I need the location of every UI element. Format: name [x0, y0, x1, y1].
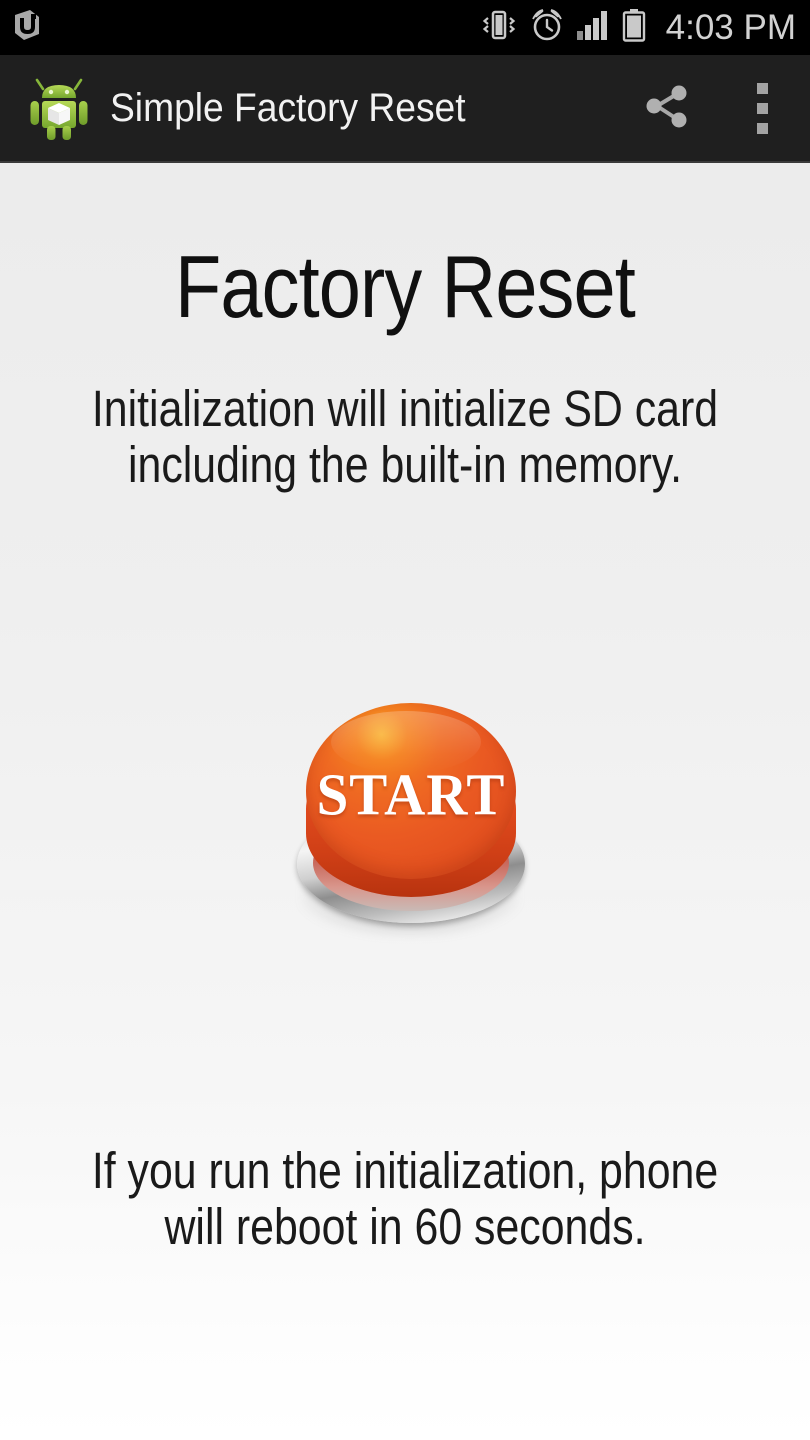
description-top: Initialization will initialize SD card i… [65, 381, 745, 492]
description-top-line-2: including the built-in memory. [127, 435, 682, 493]
page-title: Factory Reset [175, 237, 636, 336]
status-bar-icons: 4:03 PM [480, 7, 810, 48]
android-robot-box-icon [28, 74, 90, 142]
start-button[interactable]: START [293, 701, 529, 941]
menu-dot [756, 122, 768, 134]
share-button[interactable] [618, 54, 714, 162]
status-bar-clock: 4:03 PM [665, 8, 796, 47]
description-bottom-line-2: will reboot in 60 seconds. [164, 1197, 646, 1255]
app-bar: Simple Factory Reset [0, 55, 810, 163]
app-notification-icon [8, 6, 46, 49]
description-top-line-1: Initialization will initialize SD card [91, 380, 719, 437]
alarm-clock-icon [529, 7, 565, 48]
three-dots-vertical-icon [756, 82, 768, 134]
menu-dot [756, 102, 768, 114]
share-icon [638, 78, 694, 139]
status-bar: 4:03 PM [0, 0, 810, 55]
main-content: Factory Reset Initialization will initia… [0, 163, 810, 1440]
description-bottom: If you run the initialization, phone wil… [65, 1143, 745, 1254]
app-bar-title: Simple Factory Reset [110, 85, 466, 130]
app-bar-actions [618, 55, 810, 161]
vibrate-icon [480, 8, 518, 47]
start-button-label: START [316, 762, 506, 829]
description-bottom-line-1: If you run the initialization, phone [91, 1142, 719, 1199]
overflow-menu-button[interactable] [714, 54, 810, 162]
phone-screen: 4:03 PM Simple Factory Reset Factory Res… [0, 0, 810, 1440]
menu-dot [756, 82, 768, 94]
signal-bars-icon [576, 9, 610, 46]
battery-icon [621, 8, 647, 47]
status-bar-notifications [0, 6, 46, 49]
